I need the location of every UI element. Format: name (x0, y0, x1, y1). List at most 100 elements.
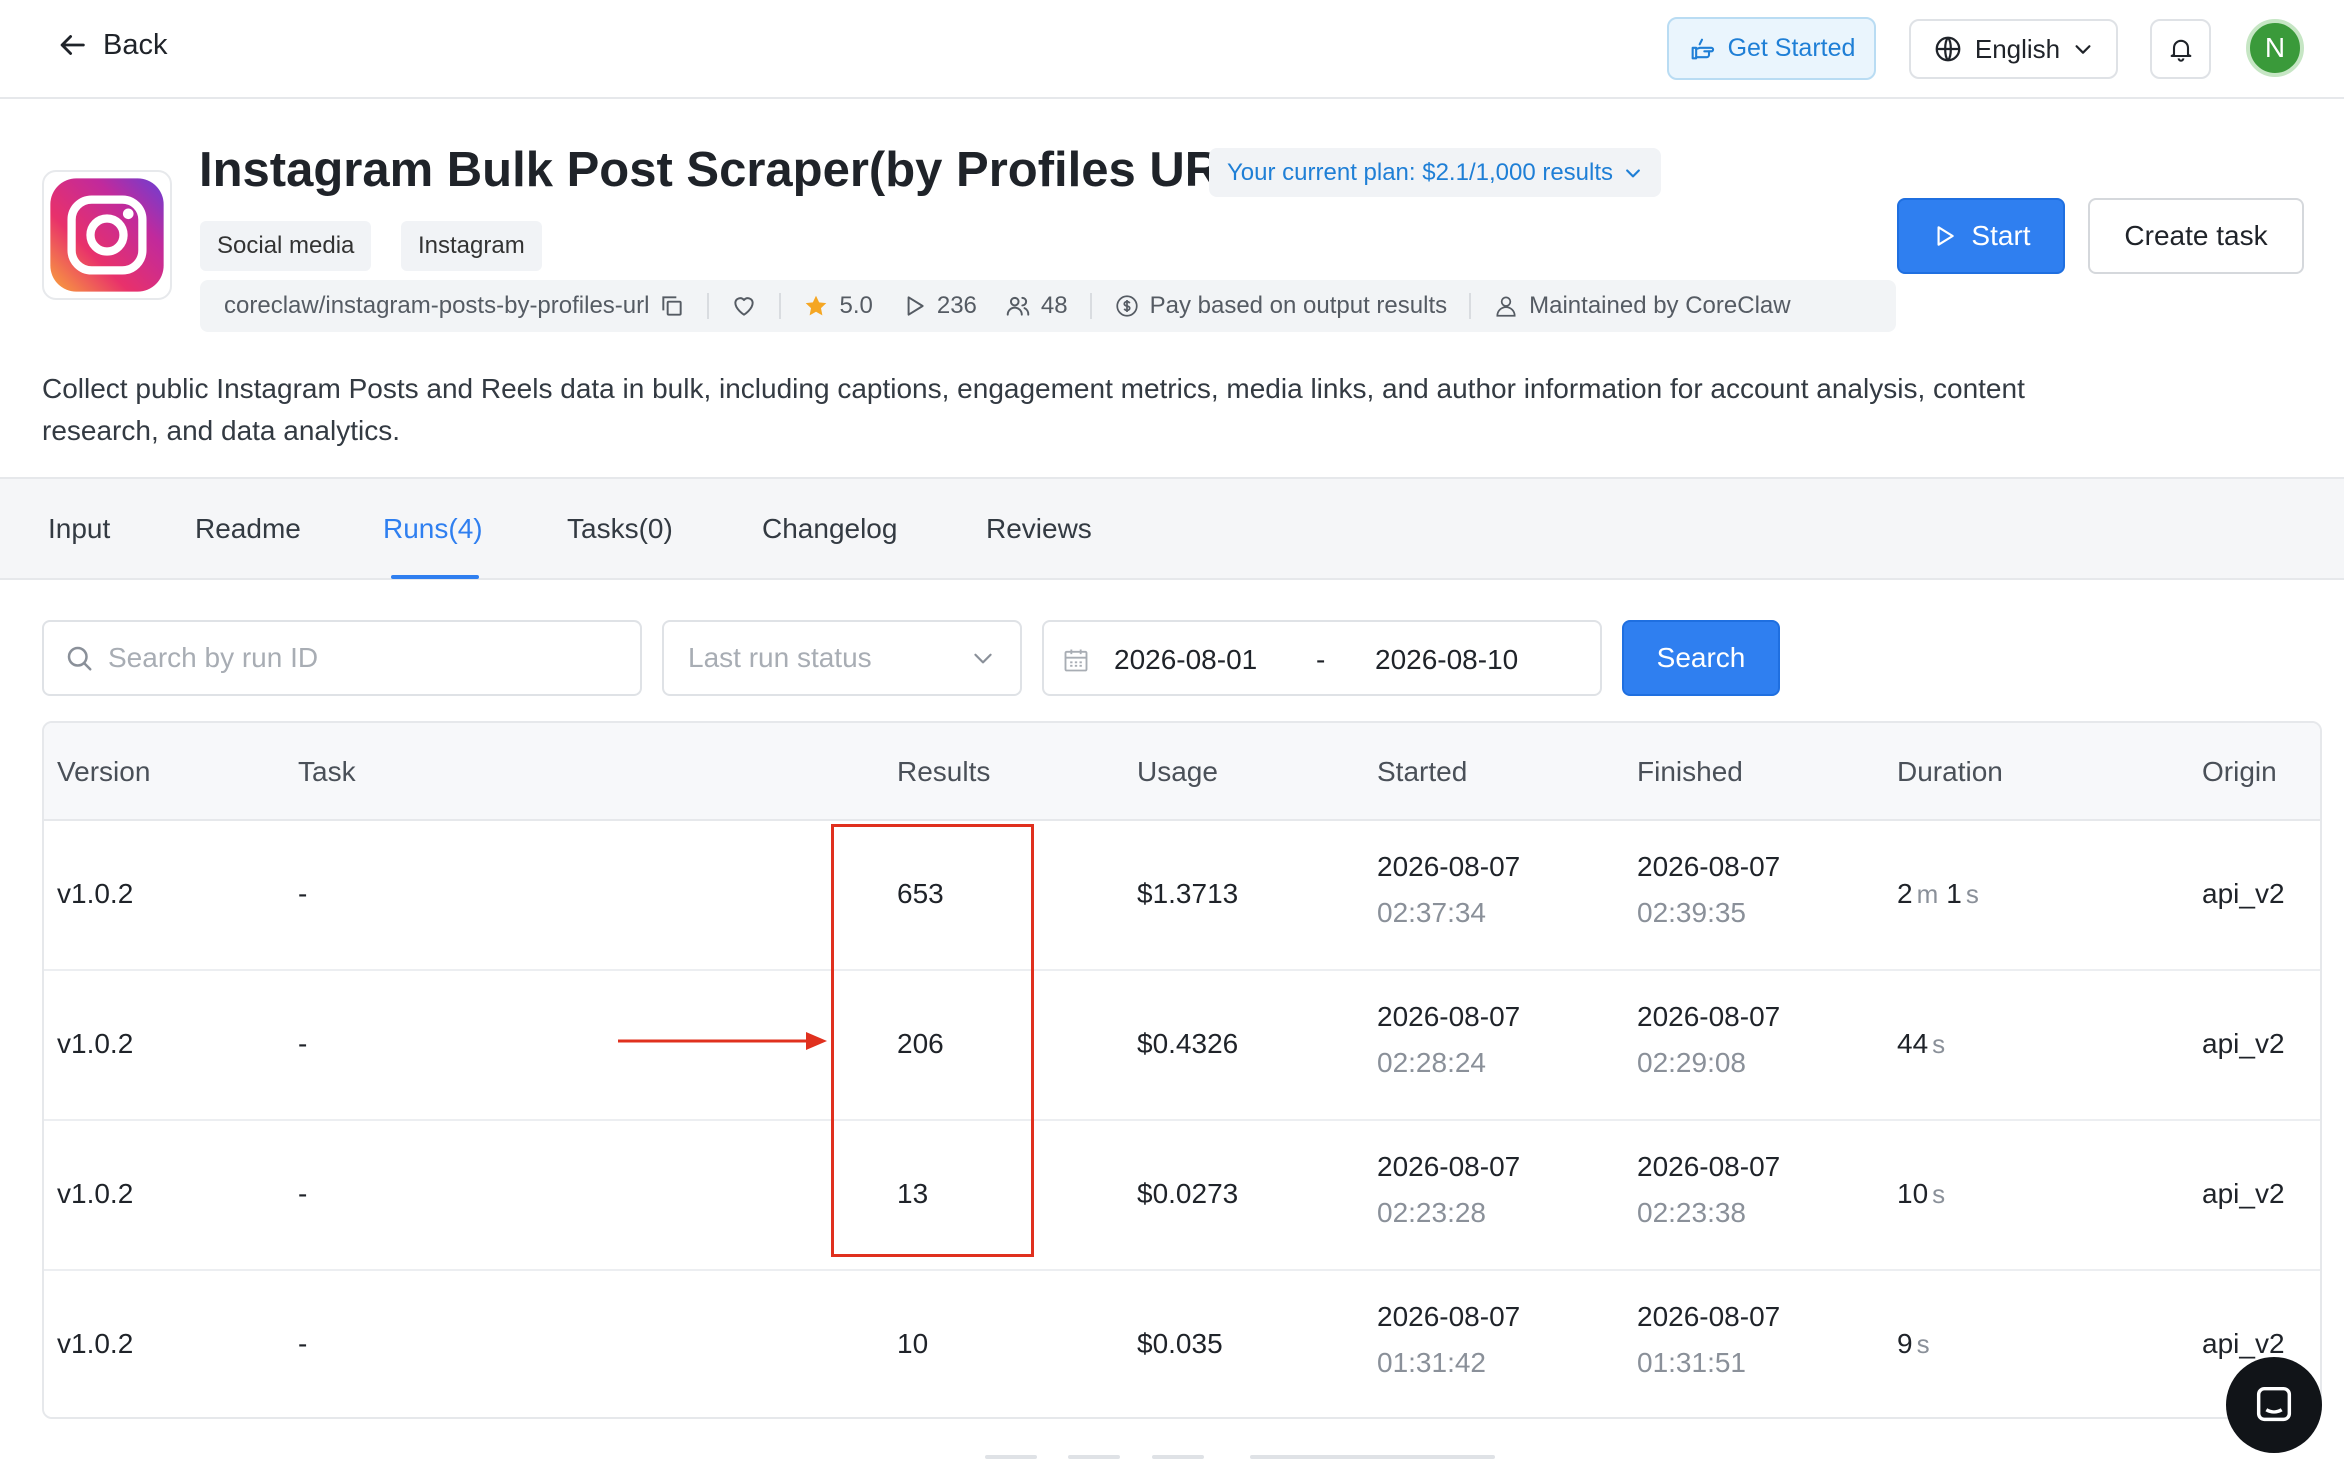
chevron-down-icon (1626, 168, 1640, 177)
tab-readme[interactable]: Readme (195, 513, 301, 545)
get-started-label: Get Started (1727, 34, 1856, 62)
divider (1089, 293, 1092, 319)
heart-icon[interactable] (731, 293, 757, 319)
finished-cell: 2026-08-07 01:31:51 (1637, 1301, 1780, 1379)
duration-unit: s (1932, 1029, 1946, 1059)
copy-icon[interactable] (659, 293, 685, 319)
user-icon (1496, 296, 1516, 317)
started-cell: 2026-08-07 02:37:34 (1377, 851, 1520, 929)
page-title: Instagram Bulk Post Scraper(by Profiles … (199, 143, 1267, 197)
tag-instagram[interactable]: Instagram (401, 221, 542, 271)
search-button[interactable]: Search (1622, 620, 1780, 696)
duration-unit: m (1916, 879, 1939, 909)
chat-support-button[interactable] (2226, 1357, 2322, 1453)
create-task-button[interactable]: Create task (2088, 198, 2304, 274)
language-label: English (1974, 33, 2061, 64)
tab-bar: Input Readme Runs(4) Tasks(0) Changelog … (0, 477, 2344, 580)
tab-changelog[interactable]: Changelog (762, 513, 897, 545)
arrow-left-icon (60, 35, 85, 55)
divider (707, 293, 710, 319)
actor-slug: coreclaw/instagram-posts-by-profiles-url (224, 292, 650, 319)
finished-date: 2026-08-07 (1637, 851, 1781, 882)
finished-time: 01:31:51 (1637, 1347, 1746, 1378)
version-cell: v1.0.2 (57, 878, 134, 909)
pagination-hint (1152, 1455, 1204, 1459)
top-bar: Back Get Started English N (0, 0, 2344, 99)
tab-runs[interactable]: Runs(4) (383, 513, 483, 545)
finished-time: 02:39:35 (1637, 897, 1746, 928)
avatar[interactable]: N (2246, 19, 2304, 77)
tag-social-media[interactable]: Social media (200, 221, 372, 271)
globe-icon (1935, 36, 1961, 62)
finished-date: 2026-08-07 (1637, 1301, 1781, 1332)
pagination-hint (1250, 1455, 1495, 1459)
date-from[interactable]: 2026-08-01 (1114, 644, 1257, 676)
started-date: 2026-08-07 (1377, 851, 1521, 882)
started-time: 01:31:42 (1377, 1347, 1486, 1378)
started-date: 2026-08-07 (1377, 1001, 1521, 1032)
pricing-label: Pay based on output results (1149, 292, 1448, 319)
rating-value: 5.0 (839, 292, 873, 319)
actor-description: Collect public Instagram Posts and Reels… (42, 373, 2025, 446)
duration-cell: 9s (1897, 1328, 1930, 1360)
start-label: Start (1971, 220, 2031, 251)
meta-bar: coreclaw/instagram-posts-by-profiles-url… (200, 280, 1896, 332)
version-cell: v1.0.2 (57, 1178, 134, 1209)
chat-icon (2256, 1386, 2292, 1422)
duration-unit: s (1916, 1329, 1930, 1359)
date-range-picker[interactable]: 2026-08-01 - 2026-08-10 (1042, 620, 1602, 696)
date-to[interactable]: 2026-08-10 (1375, 644, 1518, 676)
back-button[interactable]: Back (55, 28, 167, 62)
notifications-button[interactable] (2150, 19, 2211, 79)
maintainer-label: Maintained by CoreClaw (1529, 292, 1791, 319)
plan-label: Your current plan: $2.1/1,000 results (1227, 158, 1614, 186)
plan-dropdown[interactable]: Your current plan: $2.1/1,000 results (1209, 148, 1662, 197)
table-row[interactable]: v1.0.2-653 $1.3713 api_v2 2026-08-07 02:37:3… (44, 821, 2320, 971)
date-separator: - (1316, 644, 1326, 675)
usage-cell: $0.035 (1137, 1328, 1223, 1359)
origin-cell: api_v2 (2202, 1028, 2285, 1059)
finished-date: 2026-08-07 (1637, 1001, 1781, 1032)
search-placeholder: Search by run ID (108, 642, 319, 673)
tab-input[interactable]: Input (48, 513, 110, 545)
origin-cell: api_v2 (2202, 1328, 2285, 1359)
finished-cell: 2026-08-07 02:29:08 (1637, 1001, 1780, 1079)
finished-date: 2026-08-07 (1637, 1151, 1781, 1182)
results-cell: 10 (897, 1328, 929, 1359)
search-icon (67, 646, 92, 671)
task-cell: - (298, 1028, 308, 1059)
divider (1469, 293, 1472, 319)
status-select[interactable]: Last run status (662, 620, 1022, 696)
table-row[interactable]: v1.0.2-206 $0.4326 api_v2 2026-08-07 02:28:2… (44, 971, 2320, 1121)
origin-cell: api_v2 (2202, 878, 2285, 909)
duration-unit: s (1932, 1179, 1946, 1209)
search-input[interactable]: Search by run ID (42, 620, 642, 696)
star-icon (806, 295, 827, 316)
table-row[interactable]: v1.0.2-10 $0.035 api_v2 2026-08-07 01:31:42 2… (44, 1271, 2320, 1417)
pointing-hand-icon (1691, 38, 1714, 59)
users-count: 48 (1040, 292, 1068, 319)
start-button[interactable]: Start (1897, 198, 2065, 274)
column-header-version: Version (57, 756, 151, 787)
usage-cell: $0.0273 (1137, 1178, 1239, 1209)
duration-cell: 2m1s (1897, 878, 1979, 910)
version-cell: v1.0.2 (57, 1028, 134, 1059)
tab-reviews[interactable]: Reviews (986, 513, 1092, 545)
usage-cell: $0.4326 (1137, 1028, 1239, 1059)
started-time: 02:37:34 (1377, 897, 1486, 928)
users-icon (1006, 296, 1030, 316)
runs-table: Version Task Results Usage Started Finis… (42, 721, 2322, 1419)
started-date: 2026-08-07 (1377, 1151, 1521, 1182)
table-row[interactable]: v1.0.2-13 $0.0273 api_v2 2026-08-07 02:23:28… (44, 1121, 2320, 1271)
get-started-button[interactable]: Get Started (1667, 17, 1876, 80)
tab-tasks[interactable]: Tasks(0) (567, 513, 673, 545)
language-selector[interactable]: English (1909, 19, 2118, 79)
task-cell: - (298, 878, 308, 909)
bell-icon (2170, 39, 2191, 62)
started-time: 02:23:28 (1377, 1197, 1486, 1228)
duration-value: 2 (1897, 878, 1913, 909)
column-header-duration: Duration (1897, 756, 2003, 787)
duration-cell: 10 s (1897, 1178, 1945, 1210)
started-cell: 2026-08-07 02:28:24 (1377, 1001, 1520, 1079)
calendar-icon (1064, 649, 1088, 672)
